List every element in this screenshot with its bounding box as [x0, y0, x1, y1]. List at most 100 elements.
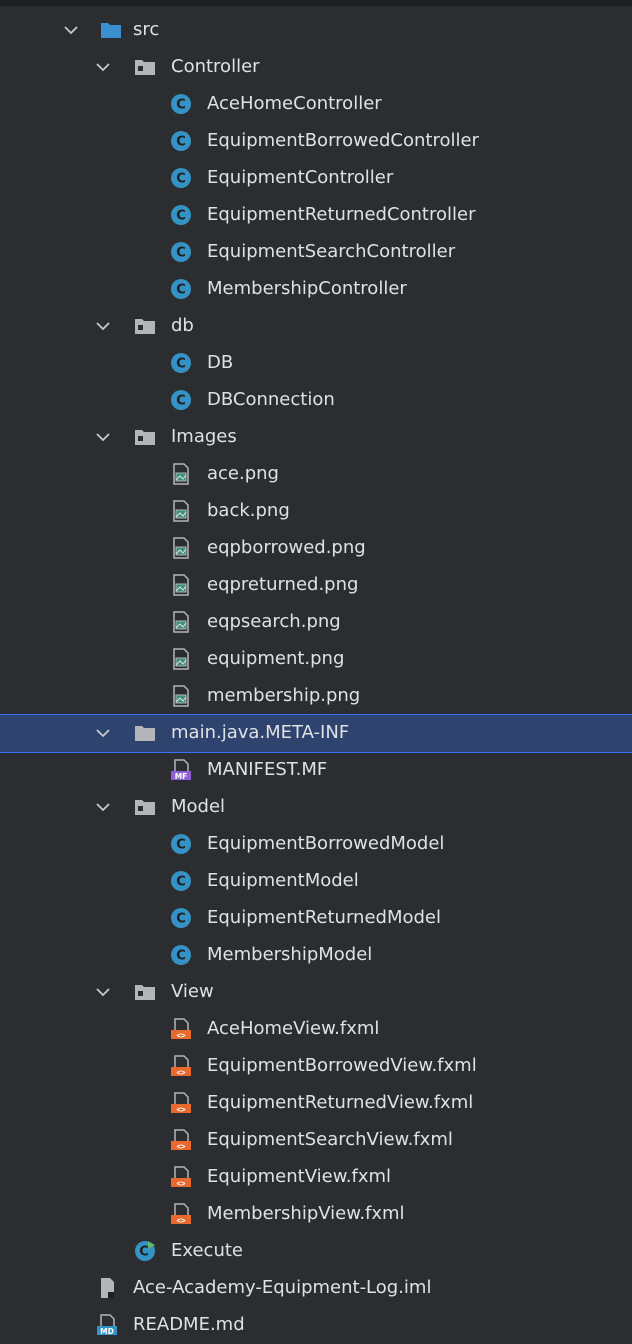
- java-class-icon: C: [171, 390, 191, 410]
- tree-row-label: main.java.META-INF: [171, 722, 350, 743]
- tree-file-row[interactable]: C EquipmentModel: [0, 863, 632, 900]
- plain-folder-icon: [135, 726, 155, 741]
- chevron-down-icon[interactable]: [94, 428, 112, 446]
- svg-text:C: C: [139, 1245, 149, 1260]
- svg-text:<>: <>: [176, 1216, 186, 1225]
- svg-text:C: C: [176, 135, 186, 150]
- tree-file-row[interactable]: <> EquipmentReturnedView.fxml: [0, 1085, 632, 1122]
- java-class-icon: C: [171, 94, 191, 114]
- fxml-file-icon: <>: [171, 1018, 191, 1040]
- java-class-icon: C: [171, 131, 191, 151]
- tree-folder-row[interactable]: Model: [0, 789, 632, 826]
- panel-top-divider: [0, 0, 632, 6]
- java-class-icon: C: [171, 908, 191, 928]
- svg-text:C: C: [176, 875, 186, 890]
- java-class-icon: C: [171, 279, 191, 299]
- chevron-down-icon[interactable]: [94, 983, 112, 1001]
- tree-row-label: eqpsearch.png: [207, 611, 341, 632]
- tree-file-row[interactable]: eqpborrowed.png: [0, 530, 632, 567]
- svg-text:C: C: [176, 357, 186, 372]
- tree-row-label: Controller: [171, 56, 260, 77]
- tree-file-row[interactable]: back.png: [0, 493, 632, 530]
- package-folder-icon: [135, 319, 155, 334]
- tree-row-label: Execute: [171, 1240, 243, 1261]
- svg-text:C: C: [176, 246, 186, 261]
- tree-file-row[interactable]: ace.png: [0, 456, 632, 493]
- tree-file-row[interactable]: C EquipmentReturnedController: [0, 197, 632, 234]
- java-class-icon: C: [171, 871, 191, 891]
- image-file-icon: [173, 463, 189, 485]
- tree-file-row[interactable]: MF MANIFEST.MF: [0, 752, 632, 789]
- fxml-file-icon: <>: [171, 1203, 191, 1225]
- tree-row-label: AceHomeController: [207, 93, 382, 114]
- tree-folder-row[interactable]: Controller: [0, 49, 632, 86]
- tree-folder-row[interactable]: Images: [0, 419, 632, 456]
- tree-row-label: View: [171, 981, 214, 1002]
- tree-row-label: EquipmentView.fxml: [207, 1166, 392, 1187]
- svg-text:C: C: [176, 98, 186, 113]
- svg-text:C: C: [176, 209, 186, 224]
- chevron-down-icon[interactable]: [94, 58, 112, 76]
- tree-row-label: Ace-Academy-Equipment-Log.iml: [133, 1277, 432, 1298]
- tree-folder-row[interactable]: View: [0, 974, 632, 1011]
- svg-text:C: C: [176, 394, 186, 409]
- tree-row-label: db: [171, 315, 194, 336]
- svg-text:C: C: [176, 172, 186, 187]
- tree-row-src[interactable]: src: [0, 12, 632, 49]
- tree-file-row[interactable]: C AceHomeController: [0, 86, 632, 123]
- tree-file-row[interactable]: C EquipmentReturnedModel: [0, 900, 632, 937]
- tree-row-label: EquipmentReturnedController: [207, 204, 476, 225]
- java-class-icon: C: [171, 945, 191, 965]
- tree-row-label: EquipmentSearchController: [207, 241, 456, 262]
- tree-row-label: Model: [171, 796, 226, 817]
- chevron-down-icon[interactable]: [94, 724, 112, 742]
- image-file-icon: [173, 611, 189, 633]
- tree-file-row[interactable]: membership.png: [0, 678, 632, 715]
- iml-file-icon: [101, 1278, 114, 1298]
- tree-file-row[interactable]: Ace-Academy-Equipment-Log.iml: [0, 1270, 632, 1307]
- tree-row-label: MembershipModel: [207, 944, 373, 965]
- tree-file-row[interactable]: C EquipmentController: [0, 160, 632, 197]
- tree-row-label: DBConnection: [207, 389, 335, 410]
- tree-file-row[interactable]: C EquipmentSearchController: [0, 234, 632, 271]
- java-class-icon: C: [171, 205, 191, 225]
- svg-text:<>: <>: [176, 1105, 186, 1114]
- svg-text:MD: MD: [100, 1327, 114, 1336]
- svg-text:<>: <>: [176, 1142, 186, 1151]
- runnable-class-icon: C: [135, 1241, 155, 1261]
- tree-row-label: EquipmentSearchView.fxml: [207, 1129, 453, 1150]
- tree-file-row[interactable]: <> EquipmentView.fxml: [0, 1159, 632, 1196]
- tree-file-row[interactable]: C Execute: [0, 1233, 632, 1270]
- tree-file-row[interactable]: equipment.png: [0, 641, 632, 678]
- tree-file-row[interactable]: <> AceHomeView.fxml: [0, 1011, 632, 1048]
- image-file-icon: [173, 574, 189, 596]
- tree-row-label: EquipmentModel: [207, 870, 359, 891]
- java-class-icon: C: [171, 834, 191, 854]
- tree-file-row[interactable]: eqpsearch.png: [0, 604, 632, 641]
- chevron-down-icon[interactable]: [94, 317, 112, 335]
- tree-file-row[interactable]: C EquipmentBorrowedController: [0, 123, 632, 160]
- tree-file-row[interactable]: MD README.md: [0, 1307, 632, 1344]
- chevron-down-icon[interactable]: [62, 21, 80, 39]
- tree-row-label: src: [133, 19, 160, 40]
- tree-folder-row[interactable]: main.java.META-INF: [0, 714, 632, 753]
- markdown-file-icon: MD: [97, 1314, 117, 1336]
- tree-file-row[interactable]: C MembershipModel: [0, 937, 632, 974]
- tree-file-row[interactable]: C DBConnection: [0, 382, 632, 419]
- tree-file-row[interactable]: C DB: [0, 345, 632, 382]
- manifest-file-icon: MF: [171, 759, 191, 781]
- chevron-down-icon[interactable]: [94, 798, 112, 816]
- tree-file-row[interactable]: C MembershipController: [0, 271, 632, 308]
- tree-row-label: Images: [171, 426, 237, 447]
- tree-folder-row[interactable]: db: [0, 308, 632, 345]
- package-folder-icon: [135, 60, 155, 75]
- tree-file-row[interactable]: <> EquipmentSearchView.fxml: [0, 1122, 632, 1159]
- tree-file-row[interactable]: C EquipmentBorrowedModel: [0, 826, 632, 863]
- fxml-file-icon: <>: [171, 1092, 191, 1114]
- project-tree: src Controller C AceHomeController C Equipme…: [0, 12, 632, 1344]
- tree-file-row[interactable]: <> MembershipView.fxml: [0, 1196, 632, 1233]
- tree-file-row[interactable]: eqpreturned.png: [0, 567, 632, 604]
- tree-row-label: equipment.png: [207, 648, 345, 669]
- java-class-icon: C: [171, 353, 191, 373]
- tree-file-row[interactable]: <> EquipmentBorrowedView.fxml: [0, 1048, 632, 1085]
